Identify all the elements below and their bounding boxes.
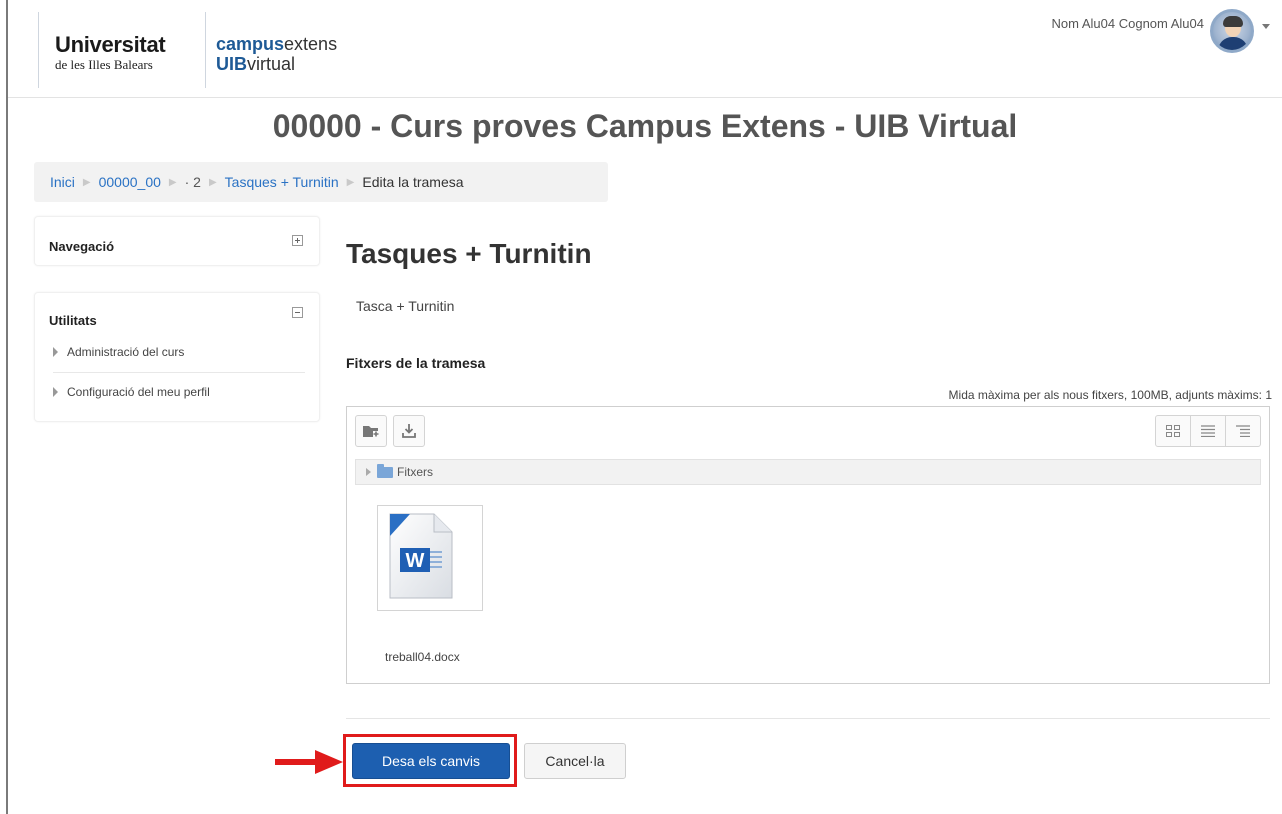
annotation-arrow-icon [275, 750, 343, 774]
breadcrumb-course[interactable]: 00000_00 [99, 174, 161, 190]
page-title: Tasques + Turnitin [346, 238, 592, 269]
submission-files-label: Fitxers de la tramesa [346, 355, 486, 371]
breadcrumb-current: Edita la tramesa [362, 174, 464, 190]
utilities-block: Utilitats Administració del curs Configu… [34, 292, 320, 422]
expand-block-icon[interactable] [292, 235, 303, 246]
folder-icon [377, 463, 393, 478]
add-file-button[interactable] [355, 415, 387, 447]
download-icon [402, 424, 416, 438]
logo-campus-extens: campusextens [216, 34, 337, 55]
expand-arrow-icon [53, 347, 58, 357]
cancel-button[interactable]: Cancel·la [524, 743, 626, 779]
chevron-down-icon[interactable] [1262, 23, 1270, 29]
utilities-block-title: Utilitats [49, 313, 97, 328]
divider [53, 372, 305, 373]
max-size-note: Mida màxima per als nous fitxers, 100MB,… [948, 388, 1272, 402]
expand-arrow-icon [366, 468, 371, 476]
utilities-item-label: Administració del curs [67, 345, 185, 359]
file-manager-path[interactable]: Fitxers [355, 459, 1261, 485]
avatar-hair [1223, 16, 1243, 27]
form-divider [346, 718, 1270, 719]
utilities-item-profile-settings[interactable]: Configuració del meu perfil [53, 385, 210, 399]
navigation-block-title: Navegació [49, 239, 115, 254]
logo-campus-rest: extens [284, 34, 338, 54]
breadcrumb-separator-icon: ▶ [346, 176, 355, 188]
course-title: 00000 - Curs proves Campus Extens - UIB … [272, 108, 1018, 144]
avatar[interactable] [1210, 9, 1254, 53]
folder-label: Fitxers [397, 465, 433, 479]
utilities-item-label: Configuració del meu perfil [67, 385, 210, 399]
logo-uib-bold: UIB [216, 54, 247, 74]
logo-university-title: Universitat [55, 32, 166, 57]
navigation-block: Navegació [34, 216, 320, 266]
breadcrumb: Inici ▶ 00000_00 ▶ · 2 ▶ Tasques + Turni… [34, 162, 608, 202]
file-name[interactable]: treball04.docx [385, 650, 460, 664]
breadcrumb-assignment[interactable]: Tasques + Turnitin [225, 174, 339, 190]
view-tree-button[interactable] [1226, 416, 1260, 446]
logo-separator [38, 12, 39, 88]
breadcrumb-home[interactable]: Inici [50, 174, 75, 190]
logo-separator [205, 12, 206, 88]
svg-text:W: W [406, 550, 425, 572]
logo-uib-rest: virtual [247, 54, 296, 74]
avatar-body [1218, 37, 1248, 50]
list-view-icon [1201, 425, 1215, 437]
user-name[interactable]: Nom Alu04 Cognom Alu04 [1052, 16, 1204, 31]
add-file-icon [363, 426, 379, 437]
view-list-button[interactable] [1191, 416, 1226, 446]
view-icons-button[interactable] [1156, 416, 1191, 446]
breadcrumb-separator-icon: ▶ [168, 176, 177, 188]
view-mode-switcher [1155, 415, 1261, 447]
tree-view-icon [1236, 425, 1250, 437]
uib-logo[interactable]: Universitat de les Illes Balears campuse… [38, 10, 338, 92]
save-changes-button[interactable]: Desa els canvis [352, 743, 510, 779]
logo-university-subtitle: de les Illes Balears [55, 57, 153, 72]
download-all-button[interactable] [393, 415, 425, 447]
file-manager-toolbar [347, 407, 1269, 459]
page-header: Universitat de les Illes Balears campuse… [8, 0, 1282, 98]
breadcrumb-separator-icon: ▶ [208, 176, 217, 188]
word-docx-icon: W [389, 513, 453, 599]
assignment-description: Tasca + Turnitin [356, 298, 455, 314]
user-menu[interactable]: Nom Alu04 Cognom Alu04 [1052, 8, 1270, 54]
file-manager[interactable]: Fitxers W treball04.docx [346, 406, 1270, 684]
expand-arrow-icon [53, 387, 58, 397]
breadcrumb-separator-icon: ▶ [82, 176, 91, 188]
logo-uib-virtual: UIBvirtual [216, 54, 295, 75]
breadcrumb-section[interactable]: · 2 [185, 174, 201, 190]
collapse-block-icon[interactable] [292, 307, 303, 318]
utilities-item-course-admin[interactable]: Administració del curs [53, 345, 184, 359]
file-thumbnail[interactable]: W [377, 505, 483, 611]
logo-campus-bold: campus [216, 34, 285, 54]
grid-view-icon [1166, 425, 1180, 437]
